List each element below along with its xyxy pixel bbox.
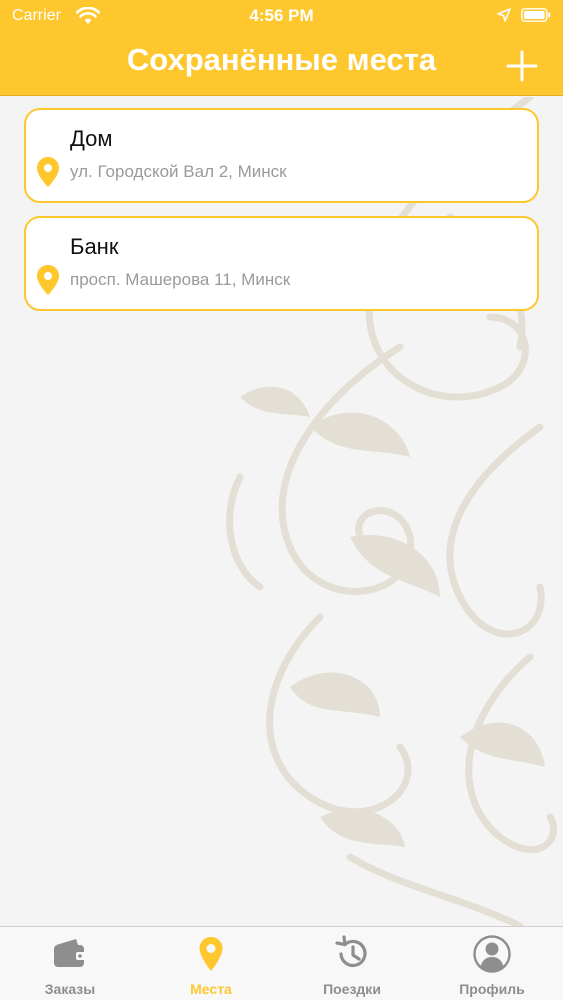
map-pin-icon <box>37 265 59 295</box>
tab-trips[interactable]: Поездки <box>282 927 422 1000</box>
add-place-button[interactable] <box>502 46 542 86</box>
place-card-home[interactable]: Дом ул. Городской Вал 2, Минск <box>24 108 539 203</box>
place-name: Дом <box>70 126 113 151</box>
history-icon <box>335 935 367 967</box>
places-list[interactable]: Дом ул. Городской Вал 2, Минск Банк прос… <box>0 97 563 926</box>
tab-label: Профиль <box>459 981 525 997</box>
wallet-icon <box>54 939 86 967</box>
place-name: Банк <box>70 234 119 259</box>
tab-bar: Заказы Места Поездки Профиль <box>0 926 563 1000</box>
place-address: ул. Городской Вал 2, Минск <box>70 162 287 181</box>
plus-icon <box>506 50 538 82</box>
nav-bar: Сохранённые места <box>0 32 563 96</box>
tab-profile[interactable]: Профиль <box>422 927 562 1000</box>
location-arrow-icon <box>497 8 511 22</box>
page-title: Сохранённые места <box>126 42 437 77</box>
battery-icon <box>521 8 551 22</box>
map-pin-icon <box>37 157 59 187</box>
user-icon <box>473 935 511 973</box>
status-bar: Carrier 4:56 PM <box>0 0 563 32</box>
tab-label: Поездки <box>323 981 381 997</box>
status-time: 4:56 PM <box>249 6 314 25</box>
map-pin-icon <box>199 937 223 971</box>
tab-places[interactable]: Места <box>141 927 281 1000</box>
tab-label: Заказы <box>44 981 96 997</box>
place-address: просп. Машерова 11, Минск <box>70 270 291 289</box>
tab-label: Места <box>190 981 232 997</box>
place-card-bank[interactable]: Банк просп. Машерова 11, Минск <box>24 216 539 311</box>
tab-orders[interactable]: Заказы <box>0 927 140 1000</box>
